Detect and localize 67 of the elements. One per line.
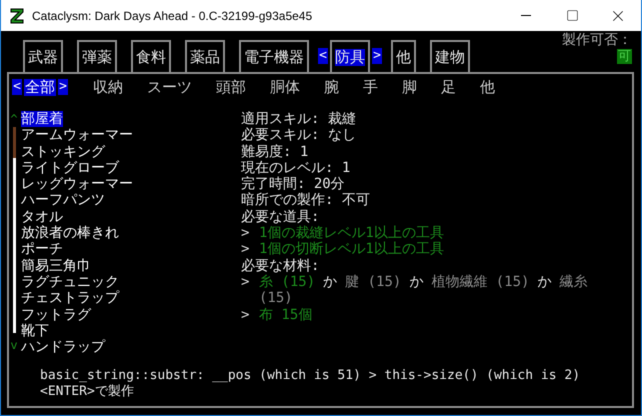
recipe-info-line: 暗所での製作: 不可 (241, 192, 371, 209)
scroll-down-marker[interactable]: v (10, 337, 18, 353)
category-tab[interactable]: 建物 (430, 40, 470, 72)
craftable-label: 製作可否： (562, 32, 632, 48)
requirement-text: 糸 (15) (259, 274, 316, 290)
subcategory-tab[interactable]: スーツ (146, 78, 193, 96)
subcategory-tab[interactable]: 胴体 (269, 78, 301, 96)
recipe-item[interactable]: アームウォーマー (21, 127, 133, 144)
requirement-text: 腱 (15) (345, 274, 402, 290)
recipe-item[interactable]: タオル (21, 208, 63, 226)
category-tab[interactable]: 電子機器 (239, 40, 309, 72)
minimize-icon (521, 15, 531, 16)
window-title: Cataclysm: Dark Days Ahead - 0.C-32199-g93a5e45 (32, 8, 314, 22)
requirement-text: 1個の裁縫レベル1以上の工具 (259, 225, 444, 242)
recipe-info-line: 現在のレベル: 1 (241, 160, 352, 176)
recipe-item[interactable]: ハーフパンツ (21, 192, 105, 209)
or-word: か (323, 274, 338, 290)
recipe-item[interactable]: ポーチ (21, 241, 63, 258)
recipe-item[interactable]: レッグウォーマー (21, 176, 133, 192)
subcategory-tab[interactable]: 他 (479, 78, 496, 96)
recipe-item[interactable]: 簡易三角巾 (21, 258, 91, 274)
recipe-item[interactable]: ライトグローブ (21, 160, 119, 176)
app-logo-icon (10, 8, 24, 24)
category-tab[interactable]: 食料 (131, 40, 171, 72)
recipe-item[interactable]: フットラグ (21, 306, 91, 323)
requirement-text: 植物繊維 (15) (431, 274, 530, 290)
bullet-marker: > (241, 274, 250, 290)
recipe-info-line: 必要な材料: (241, 258, 320, 274)
scrollbar[interactable] (12, 127, 16, 333)
requirement-text: 1個の切断レベル1以上の工具 (259, 241, 444, 258)
requirement-text: 布 15個 (259, 306, 312, 323)
bullet-marker: > (241, 241, 250, 258)
recipe-item[interactable]: ラグチュニック (21, 274, 119, 290)
subcategory-tab[interactable]: 手 (362, 78, 379, 96)
recipe-item[interactable]: ハンドラップ (21, 339, 105, 356)
requirement-text: 繊糸 (559, 274, 588, 290)
bullet-marker: > (241, 225, 250, 242)
bullet-marker: > (241, 306, 250, 323)
recipe-item[interactable]: 靴下 (21, 322, 49, 340)
requirement-text: (15) (259, 290, 293, 307)
craftable-value: 可 (617, 49, 632, 64)
recipe-item[interactable]: ストッキング (21, 144, 105, 160)
or-word: か (409, 274, 424, 290)
recipe-item[interactable]: 放浪者の棒きれ (21, 225, 119, 242)
message-line: basic_string::substr: __pos (which is 51) > this->size() (which is 2) (40, 368, 580, 384)
or-word: か (537, 274, 552, 290)
subcategory-tab[interactable]: 頭部 (215, 78, 247, 96)
maximize-icon (566, 9, 578, 22)
subcategory-tab[interactable]: 全部 (24, 78, 56, 96)
category-tab[interactable]: 弾薬 (77, 40, 117, 72)
subcategory-tab[interactable]: 足 (440, 78, 457, 96)
subcategory-tab[interactable]: 脚 (401, 78, 418, 96)
recipe-info-line: 必要な道具: (241, 208, 320, 226)
recipe-info-line: 必要スキル: なし (241, 127, 357, 144)
category-tab[interactable]: 他 (391, 40, 416, 72)
subcategory-tab[interactable]: 腕 (323, 78, 340, 96)
category-tab[interactable]: 薬品 (185, 40, 225, 72)
recipe-info-line: 完了時間: 20分 (241, 176, 346, 192)
category-tab[interactable]: 防具 (330, 40, 370, 72)
recipe-info-line: 適用スキル: 裁縫 (241, 111, 357, 128)
recipe-item[interactable]: チェストラップ (21, 290, 119, 307)
scroll-up-marker[interactable]: ^ (10, 111, 18, 127)
subcategory-tab[interactable]: 収納 (92, 78, 124, 96)
message-line: <ENTER>で製作 (40, 384, 134, 400)
recipe-item[interactable]: 部屋着 (21, 111, 63, 128)
category-tab[interactable]: 武器 (23, 40, 63, 72)
recipe-info-line: 難易度: 1 (241, 144, 310, 160)
